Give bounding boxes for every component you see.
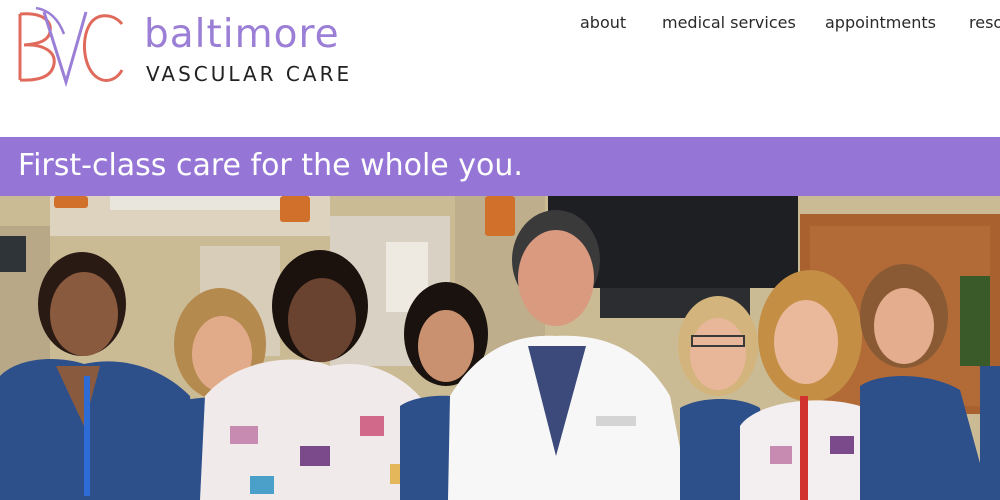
nav-appointments[interactable]: appointments	[825, 12, 936, 34]
staff-group-photo-icon	[0, 196, 1000, 500]
brand-name: baltimore	[144, 12, 340, 57]
nav-medical-services[interactable]: medical services	[662, 12, 796, 34]
site-header: baltimore VASCULAR CARE about medical se…	[0, 0, 1000, 137]
tagline-banner: First-class care for the whole you.	[0, 137, 1000, 196]
nav-about[interactable]: about	[580, 12, 626, 34]
site-logo[interactable]: baltimore VASCULAR CARE	[14, 4, 386, 88]
main-nav: about medical services appointments reso	[580, 12, 1000, 36]
bvc-monogram-icon	[18, 6, 124, 88]
brand-tagline: VASCULAR CARE	[146, 62, 353, 86]
nav-resources[interactable]: reso	[969, 12, 1000, 34]
banner-headline: First-class care for the whole you.	[18, 148, 523, 183]
hero-photo	[0, 196, 1000, 500]
